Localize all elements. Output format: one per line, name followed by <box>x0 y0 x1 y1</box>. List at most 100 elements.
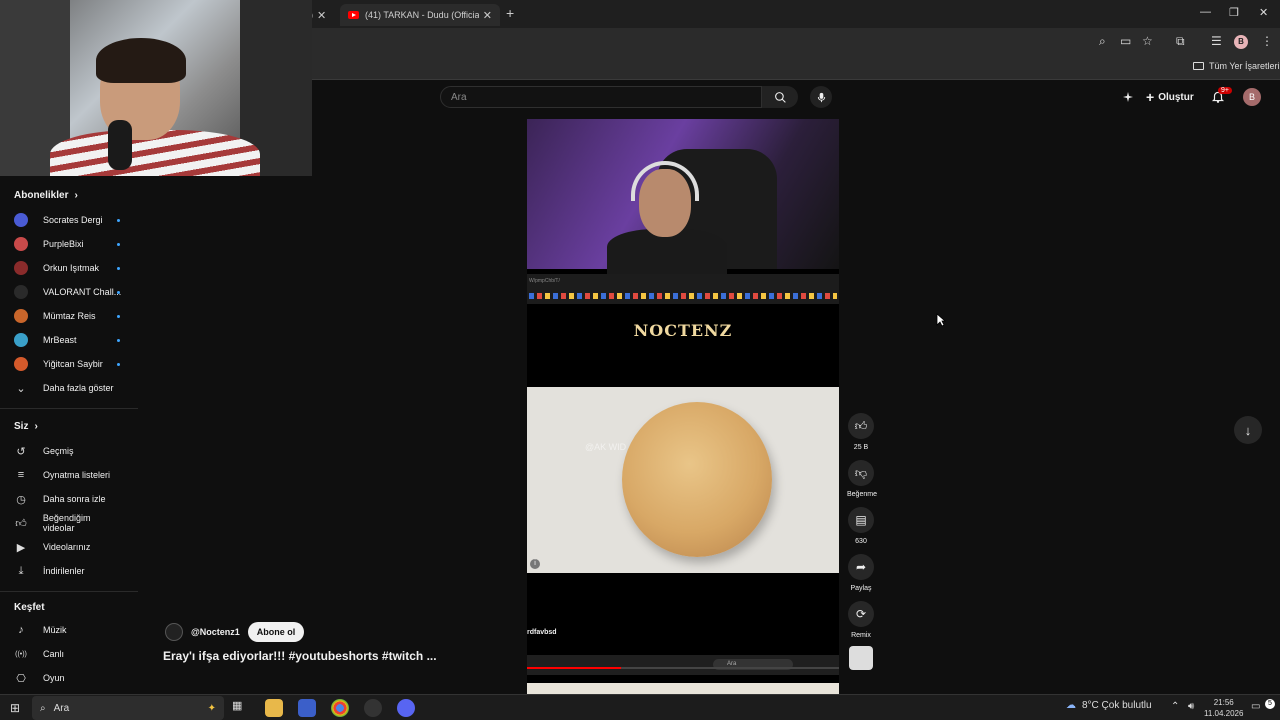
new-content-dot <box>117 267 120 270</box>
next-short-preview[interactable] <box>527 683 839 694</box>
show-more-button[interactable]: ⌄ Daha fazla göster <box>14 378 124 398</box>
sound-thumbnail[interactable] <box>849 646 873 670</box>
sidebar-item[interactable]: ⎔ Oyun <box>14 668 124 688</box>
short-title[interactable]: Eray'ı ifşa ediyorlar!!! #youtubeshorts … <box>163 649 437 663</box>
tab-active[interactable]: (41) TARKAN - Dudu (Official M ✕ <box>340 4 500 26</box>
subscriptions-heading[interactable]: Abonelikler › <box>14 190 78 201</box>
clock-time: 21:56 <box>1213 698 1234 707</box>
close-icon[interactable]: ✕ <box>317 9 326 22</box>
taskbar-clock[interactable]: 21:56 11.04.2026 <box>1204 697 1243 719</box>
browser-profile-avatar[interactable]: B <box>1234 35 1248 49</box>
arrow-down-icon: ↓ <box>1244 422 1252 438</box>
sidebar-item-channel[interactable]: PurpleBixi <box>14 234 124 254</box>
chrome-icon[interactable] <box>331 699 349 717</box>
cast-tab-icon[interactable]: ▭ <box>1120 34 1131 48</box>
browser-menu-icon[interactable]: ⋮ <box>1261 34 1273 48</box>
task-view-icon[interactable]: ▦ <box>232 699 250 717</box>
file-explorer-icon[interactable] <box>265 699 283 717</box>
video-watermark: @AK WID <box>585 442 627 452</box>
like-button[interactable]: 👍︎ 25 B <box>847 413 875 451</box>
sidebar-item-channel[interactable]: Yiğitcan Saybir <box>14 354 124 374</box>
sidebar-item-label: Socrates Dergi <box>43 215 103 225</box>
close-icon[interactable]: ✕ <box>483 9 492 22</box>
comment-icon: ▤ <box>848 507 874 533</box>
dislike-label: Beğenme <box>847 491 877 498</box>
create-button[interactable]: + Oluştur <box>1146 89 1194 105</box>
taskbar-search-label: Ara <box>53 702 70 714</box>
video-bookmark-icons <box>529 293 837 299</box>
bookmark-star-icon[interactable]: ☆ <box>1142 34 1153 48</box>
channel-handle[interactable]: @Noctenz1 <box>191 627 240 637</box>
taskbar-search[interactable]: ⌕ Ara ✦ <box>32 696 224 720</box>
video-browser-bar: W/pmpChb/T/ <box>527 274 839 304</box>
sidebar-item[interactable]: ↺ Geçmiş <box>14 441 124 461</box>
sidebar-item-channel[interactable]: Orkun Işıtmak <box>14 258 124 278</box>
speaker-icon[interactable]: 🔊︎ <box>1188 701 1194 712</box>
sidebar-item-label: Orkun Işıtmak <box>43 263 100 273</box>
streamer-hair <box>96 38 186 83</box>
sidebar-item-label: PurpleBixi <box>43 239 84 249</box>
create-label: Oluştur <box>1158 91 1194 103</box>
search-icon <box>774 91 786 103</box>
sidebar-item[interactable]: ⤓ İndirilenler <box>14 561 124 581</box>
channel-avatar[interactable] <box>165 623 183 641</box>
next-short-button[interactable]: ↓ <box>1234 416 1262 444</box>
media-control-icon[interactable]: ☰ <box>1211 34 1222 48</box>
share-button[interactable]: ➦ Paylaş <box>847 554 875 592</box>
subscribe-button[interactable]: Abone ol <box>247 622 305 642</box>
video-signature-text: rdfavbsd <box>527 629 557 636</box>
dislike-button[interactable]: 👎︎ Beğenme <box>847 460 877 498</box>
notification-center-icon[interactable]: ▭ <box>1251 701 1260 712</box>
channel-avatar <box>14 261 28 275</box>
notification-badge: 9+ <box>1218 87 1232 94</box>
info-icon[interactable]: i <box>530 559 540 569</box>
vpn-app-icon[interactable] <box>298 699 316 717</box>
sidebar-item[interactable]: ♪ Müzik <box>14 620 124 640</box>
shorts-player[interactable]: W/pmpChb/T/ NOCTENZ @AK WID i rdfavbsd A… <box>527 119 839 694</box>
zoom-icon[interactable]: ⌕ <box>1099 34 1106 49</box>
sidebar-item-channel[interactable]: MrBeast <box>14 330 124 350</box>
comments-button[interactable]: ▤ 630 <box>847 507 875 545</box>
restore-icon[interactable]: ❐ <box>1229 6 1239 19</box>
video-webcam-frame <box>527 119 839 274</box>
all-bookmarks-button[interactable]: Tüm Yer İşaretleri <box>1193 61 1280 71</box>
close-window-icon[interactable]: ✕ <box>1259 6 1268 19</box>
short-channel-info: @Noctenz1 Abone ol <box>165 622 305 642</box>
chevron-up-icon[interactable]: ⌃ <box>1171 701 1179 712</box>
sidebar-item-channel[interactable]: Socrates Dergi <box>14 210 124 230</box>
video-progress-bar[interactable] <box>527 667 839 669</box>
account-avatar[interactable]: B <box>1243 88 1261 106</box>
search-button[interactable] <box>762 86 798 108</box>
remix-button[interactable]: ⟳ Remix <box>847 601 875 639</box>
sidebar-item[interactable]: ▶ Videolarınız <box>14 537 124 557</box>
sidebar-item-channel[interactable]: Mümtaz Reis <box>14 306 124 326</box>
weather-widget[interactable]: ☁ 8°C Çok bulutlu <box>1066 700 1152 711</box>
sidebar-item[interactable]: 👍︎ Beğendiğim videolar <box>14 513 124 533</box>
discord-icon[interactable] <box>397 699 415 717</box>
video-progress-fill <box>527 667 621 669</box>
extensions-icon[interactable]: ⧉ <box>1176 34 1185 49</box>
music-icon: ♪ <box>18 624 24 636</box>
subscriptions-heading-label: Abonelikler <box>14 190 69 201</box>
app-icon[interactable] <box>364 699 382 717</box>
sidebar-item[interactable]: ((•)) Canlı <box>14 644 124 664</box>
voice-search-button[interactable] <box>810 86 832 108</box>
new-tab-button[interactable]: + <box>506 5 514 21</box>
sidebar-item-label: Daha sonra izle <box>43 494 106 504</box>
like-count: 25 B <box>853 444 869 451</box>
flatbread <box>622 402 772 557</box>
search-input[interactable]: Ara <box>440 86 762 108</box>
you-heading[interactable]: Siz › <box>14 421 38 432</box>
minimize-icon[interactable]: — <box>1200 6 1211 18</box>
youtube-favicon-icon <box>348 11 359 19</box>
divider <box>0 408 138 409</box>
sidebar-item[interactable]: ≡ Oynatma listeleri <box>14 465 124 485</box>
live-icon: ((•)) <box>15 650 27 658</box>
sidebar-item-channel[interactable]: VALORANT Chall... <box>14 282 124 302</box>
windows-start-icon[interactable]: ⊞ <box>10 701 20 715</box>
new-content-dot <box>117 339 120 342</box>
sidebar-item[interactable]: ◷ Daha sonra izle <box>14 489 124 509</box>
cloud-icon: ☁ <box>1066 700 1076 711</box>
gemini-icon[interactable] <box>1122 91 1134 103</box>
sidebar-item-label: İndirilenler <box>43 566 85 576</box>
